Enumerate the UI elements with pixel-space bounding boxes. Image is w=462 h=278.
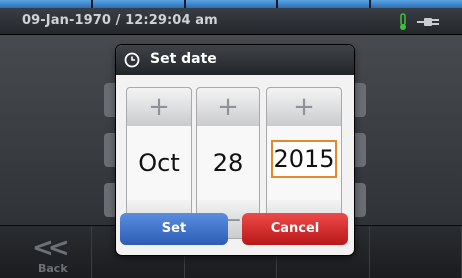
back-label: Back (38, 262, 68, 275)
day-value[interactable]: 28 (197, 126, 259, 200)
day-increment-button[interactable]: + (197, 88, 259, 126)
month-value[interactable]: Oct (127, 126, 191, 200)
year-increment-button[interactable]: + (267, 88, 341, 126)
top-tab[interactable] (371, 0, 462, 8)
clock-icon (124, 52, 140, 68)
double-chevron-left-icon: << (32, 233, 69, 263)
thermometer-icon (400, 13, 406, 30)
top-tab[interactable] (92, 0, 184, 8)
status-bar: 09-Jan-1970 / 12:29:04 am (0, 8, 462, 35)
datetime-readout: 09-Jan-1970 / 12:29:04 am (22, 13, 218, 28)
top-tab-strip (0, 0, 462, 8)
set-date-dialog: Set date + Oct — + 28 — + 2015 — Set Can… (116, 45, 354, 255)
month-increment-button[interactable]: + (127, 88, 191, 126)
nav-slot (370, 226, 462, 278)
set-button[interactable]: Set (120, 213, 228, 245)
top-tab[interactable] (278, 0, 370, 8)
year-value[interactable]: 2015 (271, 140, 337, 178)
cancel-button[interactable]: Cancel (242, 213, 348, 245)
back-button[interactable]: << Back (10, 232, 80, 276)
dialog-title: Set date (150, 51, 217, 67)
top-tab[interactable] (0, 0, 91, 8)
top-tab[interactable] (185, 0, 277, 8)
plug-icon (417, 18, 439, 26)
dialog-title-bar: Set date (116, 45, 354, 75)
